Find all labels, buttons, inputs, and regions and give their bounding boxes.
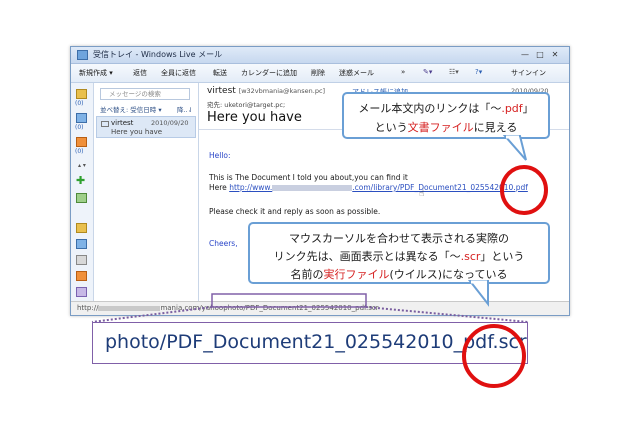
red-circle-scr xyxy=(462,324,526,388)
annotation-overlay-top xyxy=(462,324,526,388)
